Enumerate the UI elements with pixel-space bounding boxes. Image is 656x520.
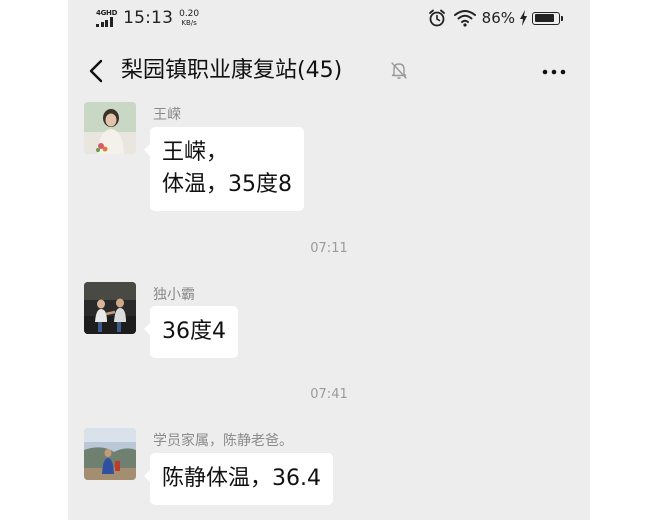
charging-icon [520, 10, 527, 26]
message-bubble[interactable]: 王嵘， 体温，35度8 [144, 127, 304, 211]
chat-header: 梨园镇职业康复站(45) [68, 44, 590, 98]
status-bar: 4GHD 15:13 0.20 KB/s 86% [68, 0, 590, 36]
bell-off-icon [391, 62, 407, 79]
network-speed-value: 0.20 [179, 9, 200, 19]
page-title: 梨园镇职业康复站(45) [121, 58, 343, 83]
message-text: 36度4 [162, 319, 226, 344]
message-timestamp: 07:41 [310, 387, 348, 402]
message-text-line: 王嵘， [162, 140, 229, 165]
wifi-icon [453, 10, 476, 27]
battery-tip [561, 15, 563, 21]
signal-icon [96, 17, 114, 27]
message-text-line: 体温，35度8 [162, 172, 292, 197]
status-time: 15:13 [123, 8, 174, 28]
avatar[interactable] [84, 282, 136, 334]
more-icon[interactable] [540, 58, 568, 86]
status-left: 4GHD 15:13 0.20 KB/s [96, 7, 199, 29]
sender-name: 学员家属，陈静老爸。 [153, 433, 293, 449]
network-type: 4GHD [96, 9, 118, 17]
status-right: 86% [427, 7, 563, 29]
alarm-icon [428, 9, 445, 27]
network-speed: 0.20 KB/s [179, 9, 199, 27]
phone-screen: 4GHD 15:13 0.20 KB/s 86% 梨园镇职业康复站(45) 王嵘… [68, 0, 590, 520]
battery-icon [532, 11, 563, 25]
network-indicator: 4GHD [96, 9, 117, 27]
battery-percent: 86% [481, 9, 515, 27]
avatar[interactable] [84, 102, 136, 154]
message-bubble[interactable]: 陈静体温，36.4 [144, 453, 333, 505]
chevron-left-icon[interactable] [84, 56, 110, 86]
sender-name: 王嵘 [153, 107, 181, 123]
message-text: 陈静体温，36.4 [162, 466, 321, 491]
avatar[interactable] [84, 428, 136, 480]
battery-fill [534, 14, 555, 22]
message-bubble[interactable]: 36度4 [144, 306, 238, 358]
network-speed-unit: KB/s [181, 19, 197, 27]
message-timestamp: 07:11 [310, 241, 348, 256]
sender-name: 独小霸 [153, 287, 195, 303]
